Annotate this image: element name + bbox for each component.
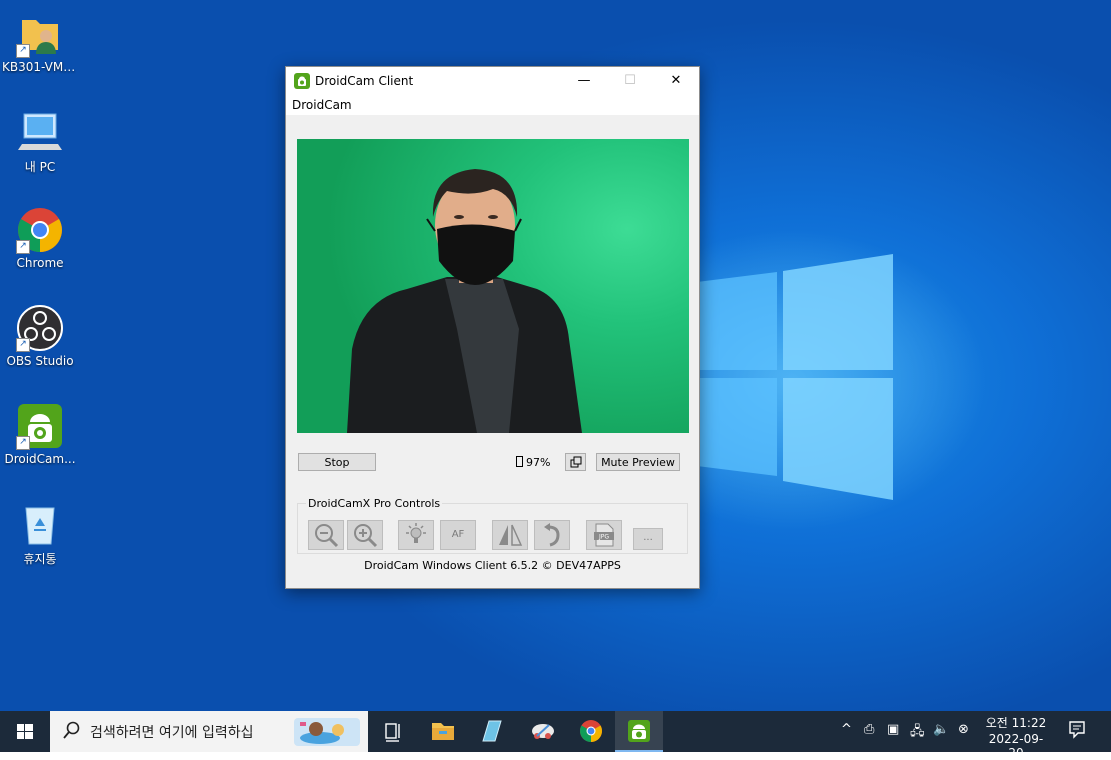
notifications-icon[interactable] — [1069, 721, 1085, 743]
capture-icon[interactable]: ▣ — [887, 722, 899, 737]
svg-text:JPG: JPG — [598, 534, 609, 541]
taskbar-chrome[interactable] — [567, 711, 615, 752]
close-button[interactable]: ✕ — [653, 67, 699, 95]
autofocus-button[interactable]: AF — [440, 520, 476, 550]
desktop-icon-obs[interactable]: ↗ OBS Studio — [2, 304, 78, 368]
taskbar-notepad[interactable] — [467, 711, 515, 752]
file-explorer-icon — [419, 723, 467, 755]
task-view-icon — [369, 723, 417, 755]
zoom-in-icon — [351, 524, 379, 552]
taskbar-snipping-tool[interactable] — [519, 711, 567, 752]
shortcut-arrow-icon: ↗ — [16, 240, 30, 254]
desktop-icon-this-pc[interactable]: 내 PC — [2, 108, 78, 175]
show-hidden-icons-button[interactable]: ^ — [841, 722, 852, 737]
start-button[interactable] — [0, 711, 50, 752]
desktop-icon-recycle-bin[interactable]: 휴지통 — [2, 500, 78, 567]
zoom-out-icon — [312, 524, 340, 552]
clock-date[interactable]: 2022-09-20 — [983, 732, 1049, 760]
desktop-icon-label: OBS Studio — [6, 354, 74, 368]
desktop-icon-chrome[interactable]: ↗ Chrome — [2, 206, 78, 270]
recycle-bin-icon — [16, 500, 64, 548]
status-x-icon[interactable]: ⊗ — [958, 722, 969, 737]
popout-button[interactable] — [565, 453, 586, 471]
network-icon[interactable]: 🖧 — [910, 722, 925, 744]
shortcut-arrow-icon: ↗ — [16, 436, 30, 450]
taskbar-file-explorer[interactable] — [419, 711, 467, 752]
pro-controls-label: DroidCamX Pro Controls — [306, 497, 443, 510]
obs-icon: ↗ — [16, 304, 64, 352]
volume-icon[interactable]: 🔈 — [933, 722, 949, 737]
this-pc-icon — [16, 108, 64, 156]
battery-percent: 97% — [526, 456, 551, 469]
zoom-out-button[interactable] — [308, 520, 344, 550]
rotate-button[interactable] — [534, 520, 570, 550]
taskbar-droidcam[interactable] — [615, 711, 663, 752]
notepad-icon — [467, 720, 515, 755]
zoom-in-button[interactable] — [347, 520, 383, 550]
desktop-icon-label: KB301-VM01 — [2, 60, 78, 74]
shortcut-arrow-icon: ↗ — [16, 338, 30, 352]
desktop: ↗ KB301-VM01 내 PC ↗ Chrome ↗ OBS Studio … — [0, 0, 1111, 711]
window-title: DroidCam Client — [315, 74, 414, 88]
minimize-button[interactable]: — — [561, 67, 607, 95]
menu-droidcam[interactable]: DroidCam — [292, 98, 352, 112]
search-placeholder: 검색하려면 여기에 입력하십 — [90, 725, 254, 741]
windows-logo-wallpaper — [697, 254, 893, 500]
desktop-icon-droidcam[interactable]: ↗ DroidCam... — [2, 402, 78, 466]
desktop-icon-label: 휴지통 — [23, 552, 57, 566]
snipping-tool-icon — [519, 724, 567, 755]
maximize-button[interactable]: ☐ — [607, 67, 653, 95]
search-icon — [62, 721, 80, 744]
more-options-button[interactable]: ... — [633, 528, 663, 550]
menu-bar: DroidCam — [286, 95, 699, 115]
task-view-button[interactable] — [369, 711, 417, 752]
droidcam-icon: ↗ — [16, 402, 64, 450]
jpg-file-icon: JPG — [590, 523, 618, 552]
stop-button[interactable]: Stop — [298, 453, 376, 471]
save-jpg-button[interactable]: JPG — [586, 520, 622, 550]
battery-status: 97% — [516, 456, 550, 469]
search-highlight-icon — [290, 714, 364, 753]
droidcam-icon — [615, 720, 663, 755]
title-bar[interactable]: DroidCam Client — ☐ ✕ — [286, 67, 699, 95]
person-in-preview — [347, 169, 582, 433]
droidcam-app-icon — [294, 73, 310, 89]
chrome-icon: ↗ — [16, 206, 64, 254]
pro-controls-group: DroidCamX Pro Controls AF JPG ... — [297, 497, 688, 554]
version-footer: DroidCam Windows Client 6.5.2 © DEV47APP… — [364, 559, 621, 572]
desktop-icon-label: Chrome — [16, 256, 64, 270]
droidcam-window: DroidCam Client — ☐ ✕ DroidCam Stop 97% … — [285, 66, 700, 589]
mirror-icon — [496, 524, 524, 552]
camera-preview — [297, 139, 689, 433]
user-folder-icon: ↗ — [16, 10, 64, 58]
desktop-icon-user-folder[interactable]: ↗ KB301-VM01 — [2, 10, 78, 74]
rotate-icon — [538, 523, 566, 552]
light-bulb-icon — [402, 523, 430, 552]
desktop-icon-label: 내 PC — [24, 160, 56, 174]
chrome-icon — [567, 720, 615, 755]
mirror-button[interactable] — [492, 520, 528, 550]
windows-start-icon — [0, 724, 50, 755]
meet-now-icon[interactable]: ⎙ — [864, 722, 874, 737]
clock-time[interactable]: 오전 11:22 — [983, 714, 1049, 731]
flash-button[interactable] — [398, 520, 434, 550]
shortcut-arrow-icon: ↗ — [16, 44, 30, 58]
battery-icon — [516, 456, 523, 467]
mute-preview-button[interactable]: Mute Preview — [596, 453, 680, 471]
desktop-icon-label: DroidCam... — [4, 452, 76, 466]
search-box[interactable]: 검색하려면 여기에 입력하십 — [50, 711, 368, 752]
popout-icon — [570, 456, 582, 471]
taskbar: 검색하려면 여기에 입력하십 ^ ⎙ ▣ 🖧 🔈 ⊗ 오전 11:22 2022… — [0, 711, 1111, 760]
